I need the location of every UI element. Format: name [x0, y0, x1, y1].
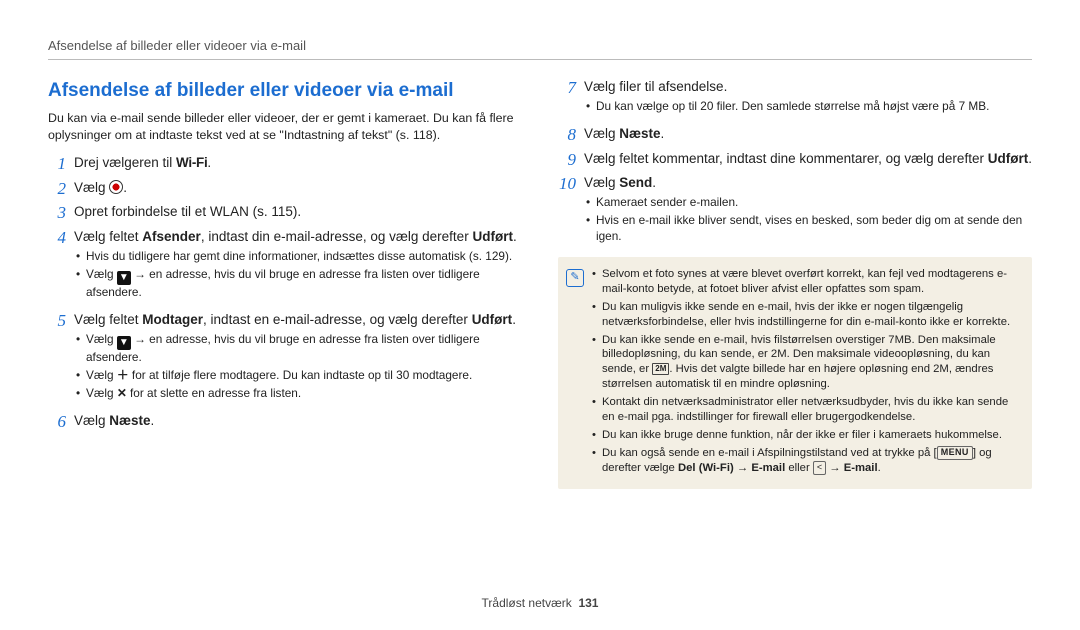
note-box: ✎ Selvom et foto synes at være blevet ov…: [558, 257, 1032, 489]
bullet-item: Vælg ✕ for at slette en adresse fra list…: [74, 386, 522, 402]
steps-list-left: 1 Drej vælgeren til Wi-Fi. 2 Vælg . 3 Op…: [48, 154, 522, 432]
step-number: 7: [558, 78, 576, 121]
step-text-end: .: [123, 180, 127, 195]
step-text: Vælg: [584, 126, 619, 141]
step-3: 3 Opret forbindelse til et WLAN (s. 115)…: [48, 203, 522, 223]
step-9: 9 Vælg feltet kommentar, indtast dine ko…: [558, 150, 1032, 170]
step-text: Vælg feltet: [74, 312, 142, 327]
step-6: 6 Vælg Næste.: [48, 412, 522, 432]
breadcrumb: Afsendelse af billeder eller videoer via…: [48, 38, 1032, 60]
plus-icon: ＋: [117, 368, 129, 382]
step-text-end: .: [661, 126, 665, 141]
step-5-bullets: Vælg ▼ → en adresse, hvis du vil bruge e…: [74, 332, 522, 402]
bold-share-wifi: Del (Wi-Fi): [678, 462, 734, 474]
step-7: 7 Vælg filer til afsendelse. Du kan vælg…: [558, 78, 1032, 121]
right-column: 7 Vælg filer til afsendelse. Du kan vælg…: [558, 78, 1032, 590]
bold-next: Næste: [619, 126, 660, 141]
step-number: 4: [48, 228, 66, 307]
step-number: 10: [558, 174, 576, 251]
bullet-item: Hvis du tidligere har gemt dine informat…: [74, 249, 522, 265]
step-4-bullets: Hvis du tidligere har gemt dine informat…: [74, 249, 522, 301]
bullet-item: Du kan vælge op til 20 filer. Den samled…: [584, 99, 1032, 115]
step-number: 5: [48, 311, 66, 408]
menu-button-icon: MENU: [937, 446, 973, 460]
step-number: 2: [48, 179, 66, 199]
step-number: 1: [48, 154, 66, 174]
step-2: 2 Vælg .: [48, 179, 522, 199]
bullet-item: Vælg ▼ → en adresse, hvis du vil bruge e…: [74, 332, 522, 366]
step-number: 9: [558, 150, 576, 170]
step-text: Vælg feltet: [74, 229, 142, 244]
step-number: 3: [48, 203, 66, 223]
chevron-down-icon: ▼: [117, 271, 131, 285]
bold-done: Udført: [472, 312, 513, 327]
note-item: Selvom et foto synes at være blevet over…: [592, 267, 1020, 297]
note-item: Du kan ikke sende en e-mail, hvis filstø…: [592, 333, 1020, 393]
step-10-bullets: Kameraet sender e-mailen. Hvis en e-mail…: [584, 195, 1032, 245]
arrow: →: [826, 462, 844, 474]
step-text: , indtast din e-mail-adresse, og vælg de…: [201, 229, 473, 244]
step-text: Drej vælgeren til: [74, 155, 176, 170]
step-text-end: .: [1028, 151, 1032, 166]
bold-next: Næste: [109, 413, 150, 428]
step-text-end: .: [207, 155, 211, 170]
note-text-end: .: [878, 462, 881, 474]
bold-done: Udført: [472, 229, 513, 244]
step-text: Vælg feltet kommentar, indtast dine komm…: [584, 151, 988, 166]
manual-page: Afsendelse af billeder eller videoer via…: [0, 0, 1080, 630]
bullet-item: Hvis en e-mail ikke bliver sendt, vises …: [584, 213, 1032, 245]
bold-email: E-mail: [844, 462, 878, 474]
left-column: Afsendelse af billeder eller videoer via…: [48, 78, 522, 590]
resolution-2m-icon: 2M: [652, 363, 669, 375]
bold-email: E-mail: [751, 462, 785, 474]
note-item: Du kan også sende en e-mail i Afspilning…: [592, 446, 1020, 476]
step-text-end: .: [652, 175, 656, 190]
bullet-item: Vælg ▼ → en adresse, hvis du vil bruge e…: [74, 267, 522, 301]
section-intro: Du kan via e-mail sende billeder eller v…: [48, 110, 522, 144]
step-number: 8: [558, 125, 576, 145]
close-icon: ✕: [117, 386, 127, 400]
step-text-end: .: [513, 229, 517, 244]
arrow: →: [734, 462, 752, 474]
step-5: 5 Vælg feltet Modtager, indtast en e-mai…: [48, 311, 522, 408]
wifi-label: Wi-Fi: [176, 155, 207, 170]
step-text: Vælg: [74, 180, 109, 195]
step-text: Vælg: [74, 413, 109, 428]
bold-done: Udført: [988, 151, 1029, 166]
step-text: , indtast en e-mail-adresse, og vælg der…: [203, 312, 472, 327]
note-list: Selvom et foto synes at være blevet over…: [592, 267, 1020, 479]
step-text-end: .: [512, 312, 516, 327]
note-item: Du kan muligvis ikke sende en e-mail, hv…: [592, 300, 1020, 330]
steps-list-right: 7 Vælg filer til afsendelse. Du kan vælg…: [558, 78, 1032, 251]
step-1: 1 Drej vælgeren til Wi-Fi.: [48, 154, 522, 174]
bold-sender: Afsender: [142, 229, 201, 244]
step-text: Vælg filer til afsendelse.: [584, 78, 1032, 96]
note-item: Du kan ikke bruge denne funktion, når de…: [592, 428, 1020, 443]
note-item: Kontakt din netværksadministrator eller …: [592, 395, 1020, 425]
page-footer: Trådløst netværk 131: [48, 590, 1032, 610]
bold-send: Send: [619, 175, 652, 190]
step-number: 6: [48, 412, 66, 432]
camera-mode-icon: [109, 180, 123, 194]
note-icon: ✎: [566, 269, 584, 287]
step-8: 8 Vælg Næste.: [558, 125, 1032, 145]
page-number: 131: [578, 596, 598, 610]
step-4: 4 Vælg feltet Afsender, indtast din e-ma…: [48, 228, 522, 307]
share-button-icon: <: [813, 461, 826, 475]
step-text: Vælg: [584, 175, 619, 190]
bullet-item: Kameraet sender e-mailen.: [584, 195, 1032, 211]
bullet-item: Vælg ＋ for at tilføje flere modtagere. D…: [74, 368, 522, 384]
step-text: Opret forbindelse til et WLAN (s. 115).: [74, 203, 522, 221]
step-7-bullets: Du kan vælge op til 20 filer. Den samled…: [584, 99, 1032, 115]
chevron-down-icon: ▼: [117, 336, 131, 350]
footer-section: Trådløst netværk: [482, 596, 572, 610]
section-title: Afsendelse af billeder eller videoer via…: [48, 78, 522, 104]
note-text: eller: [785, 462, 813, 474]
bold-recipient: Modtager: [142, 312, 203, 327]
step-10: 10 Vælg Send. Kameraet sender e-mailen. …: [558, 174, 1032, 251]
step-text-end: .: [151, 413, 155, 428]
content-columns: Afsendelse af billeder eller videoer via…: [48, 78, 1032, 590]
note-text: Du kan også sende en e-mail i Afspilning…: [602, 447, 937, 459]
